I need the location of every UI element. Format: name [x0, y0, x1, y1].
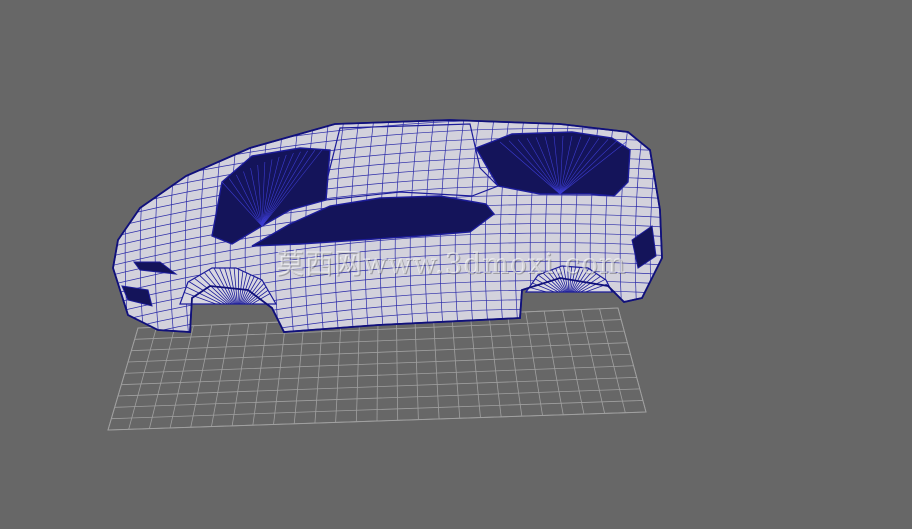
grid-line [376, 317, 379, 422]
grid-line [273, 321, 287, 425]
grid-line [314, 320, 324, 424]
grid-line [451, 314, 461, 419]
grid-line [107, 327, 139, 431]
grid-line [432, 315, 440, 419]
grid-line [414, 316, 419, 420]
grid-line [293, 321, 305, 424]
mesh-rib [665, 110, 675, 340]
grid-line [148, 326, 176, 429]
grid-line [580, 309, 606, 414]
car-model[interactable] [100, 110, 680, 364]
grid-line [169, 325, 194, 429]
grid-line [190, 324, 213, 428]
grid-line [211, 324, 231, 427]
grid-line [617, 307, 647, 413]
grid-line [355, 318, 360, 422]
grid-line [128, 327, 157, 430]
grid-line [469, 314, 481, 418]
grid-line [599, 308, 626, 413]
grid-line [543, 311, 564, 415]
grid-line [396, 317, 399, 421]
grid-line [562, 310, 585, 415]
mesh-rib [113, 120, 121, 332]
grid-line [252, 322, 268, 426]
grid-line [488, 313, 502, 417]
grid-line [525, 311, 543, 416]
3d-viewport[interactable]: 莫西网www.3dmoxi.com [0, 0, 912, 529]
grid-line [506, 312, 523, 417]
grid-line [231, 323, 250, 426]
viewport-scene[interactable] [0, 0, 912, 529]
grid-line [335, 319, 342, 423]
